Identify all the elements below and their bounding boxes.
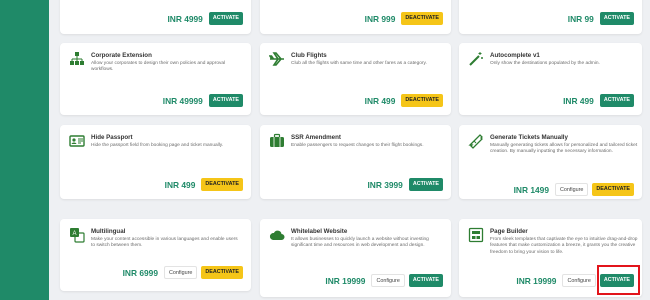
addon-card: Corporate Extension Allow your corporate… xyxy=(60,43,251,115)
addon-card: Page Builder From sleek templates that c… xyxy=(459,219,642,297)
deactivate-button[interactable]: DEACTIVATE xyxy=(201,266,243,279)
configure-button[interactable]: Configure xyxy=(554,183,589,196)
addon-card: Whitelabel Website It allows businesses … xyxy=(260,219,451,297)
card-description: Hide the passport field from booking pag… xyxy=(91,143,224,148)
activate-button[interactable]: ACTIVATE xyxy=(599,274,634,287)
price: INR 19999 xyxy=(516,275,557,286)
card-footer: INR 6999 Configure DEACTIVATE xyxy=(123,266,243,279)
activate-button[interactable]: ACTIVATE xyxy=(408,274,443,287)
configure-button[interactable]: Configure xyxy=(562,274,596,287)
activate-button[interactable]: ACTIVATE xyxy=(208,94,243,107)
svg-text:A: A xyxy=(72,231,76,237)
activate-button[interactable]: ACTIVATE xyxy=(599,94,634,107)
org-chart-icon xyxy=(70,52,84,65)
ticket-icon xyxy=(468,134,483,149)
card-footer: INR 499 DEACTIVATE xyxy=(365,94,443,107)
card-description: From sleek templates that captivate the … xyxy=(490,237,638,255)
magic-wand-icon xyxy=(469,52,483,66)
price: INR 999 xyxy=(364,13,396,24)
addon-card: INR 99 ACTIVATE xyxy=(459,0,642,34)
card-footer: INR 1499 Configure DEACTIVATE xyxy=(514,183,634,196)
addon-card: INR 4999 ACTIVATE xyxy=(60,0,251,34)
activate-button[interactable]: ACTIVATE xyxy=(599,12,634,25)
addon-card: SSR Amendment Enable passengers to reque… xyxy=(260,125,451,199)
card-footer: INR 3999 ACTIVATE xyxy=(367,178,443,191)
card-footer: INR 999 DEACTIVATE xyxy=(365,12,443,25)
addon-card: Generate Tickets Manually Manually gener… xyxy=(459,125,642,199)
price: INR 3999 xyxy=(367,179,403,190)
card-footer: INR 49999 ACTIVATE xyxy=(163,94,243,107)
id-card-icon xyxy=(69,135,85,147)
card-title: Generate Tickets Manually xyxy=(490,134,568,141)
card-description: Allow your corporates to design their ow… xyxy=(91,61,226,73)
page-builder-icon xyxy=(468,227,484,243)
activate-button[interactable]: ACTIVATE xyxy=(208,12,243,25)
plane-icon xyxy=(269,52,284,66)
deactivate-button[interactable]: DEACTIVATE xyxy=(401,94,443,107)
price: INR 6999 xyxy=(122,267,158,278)
deactivate-button[interactable]: DEACTIVATE xyxy=(201,178,243,191)
price: INR 4999 xyxy=(167,13,203,24)
luggage-icon xyxy=(270,133,284,147)
card-title: Multilingual xyxy=(91,228,126,235)
card-title: Autocomplete v1 xyxy=(490,52,540,59)
price: INR 499 xyxy=(164,179,196,190)
deactivate-button[interactable]: DEACTIVATE xyxy=(401,12,443,25)
price: INR 19999 xyxy=(325,275,366,286)
card-title: Club Flights xyxy=(291,52,327,59)
card-description: It allows businesses to quickly launch a… xyxy=(291,237,429,249)
addon-card: INR 999 DEACTIVATE xyxy=(260,0,451,34)
card-title: Page Builder xyxy=(490,228,528,235)
price: INR 49999 xyxy=(162,95,203,106)
card-title: Whitelabel Website xyxy=(291,228,348,235)
translate-icon: A xyxy=(70,228,85,243)
card-footer: INR 19999 Configure ACTIVATE xyxy=(516,274,634,287)
price: INR 499 xyxy=(563,95,594,106)
card-footer: INR 19999 Configure ACTIVATE xyxy=(325,274,443,287)
card-description: Enable passengers to request changes to … xyxy=(291,143,424,148)
price: INR 1499 xyxy=(513,184,549,195)
card-footer: INR 4999 ACTIVATE xyxy=(167,12,243,25)
addon-card: Club Flights Club all the flights with s… xyxy=(260,43,451,115)
card-description: Manually generating tickets allows for p… xyxy=(490,143,638,155)
card-footer: INR 499 DEACTIVATE xyxy=(165,178,243,191)
price: INR 499 xyxy=(364,95,396,106)
sidebar xyxy=(0,0,49,300)
addon-card: Hide Passport Hide the passport field fr… xyxy=(60,125,251,199)
card-title: SSR Amendment xyxy=(291,134,341,141)
cloud-icon xyxy=(269,230,285,240)
addon-card: Autocomplete v1 Only show the destinatio… xyxy=(459,43,642,115)
card-description: Make your content accessible in various … xyxy=(91,237,238,249)
configure-button[interactable]: Configure xyxy=(163,266,198,279)
card-footer: INR 499 ACTIVATE xyxy=(563,94,634,107)
card-description: Club all the flights with same time and … xyxy=(291,61,427,66)
card-description: Only show the destinations populated by … xyxy=(490,61,600,66)
card-footer: INR 99 ACTIVATE xyxy=(568,12,634,25)
card-title: Corporate Extension xyxy=(91,52,152,59)
configure-button[interactable]: Configure xyxy=(371,274,405,287)
deactivate-button[interactable]: DEACTIVATE xyxy=(592,183,634,196)
activate-button[interactable]: ACTIVATE xyxy=(408,178,443,191)
addon-card: A Multilingual Make your content accessi… xyxy=(60,219,251,291)
price: INR 99 xyxy=(567,13,594,24)
card-title: Hide Passport xyxy=(91,134,133,141)
